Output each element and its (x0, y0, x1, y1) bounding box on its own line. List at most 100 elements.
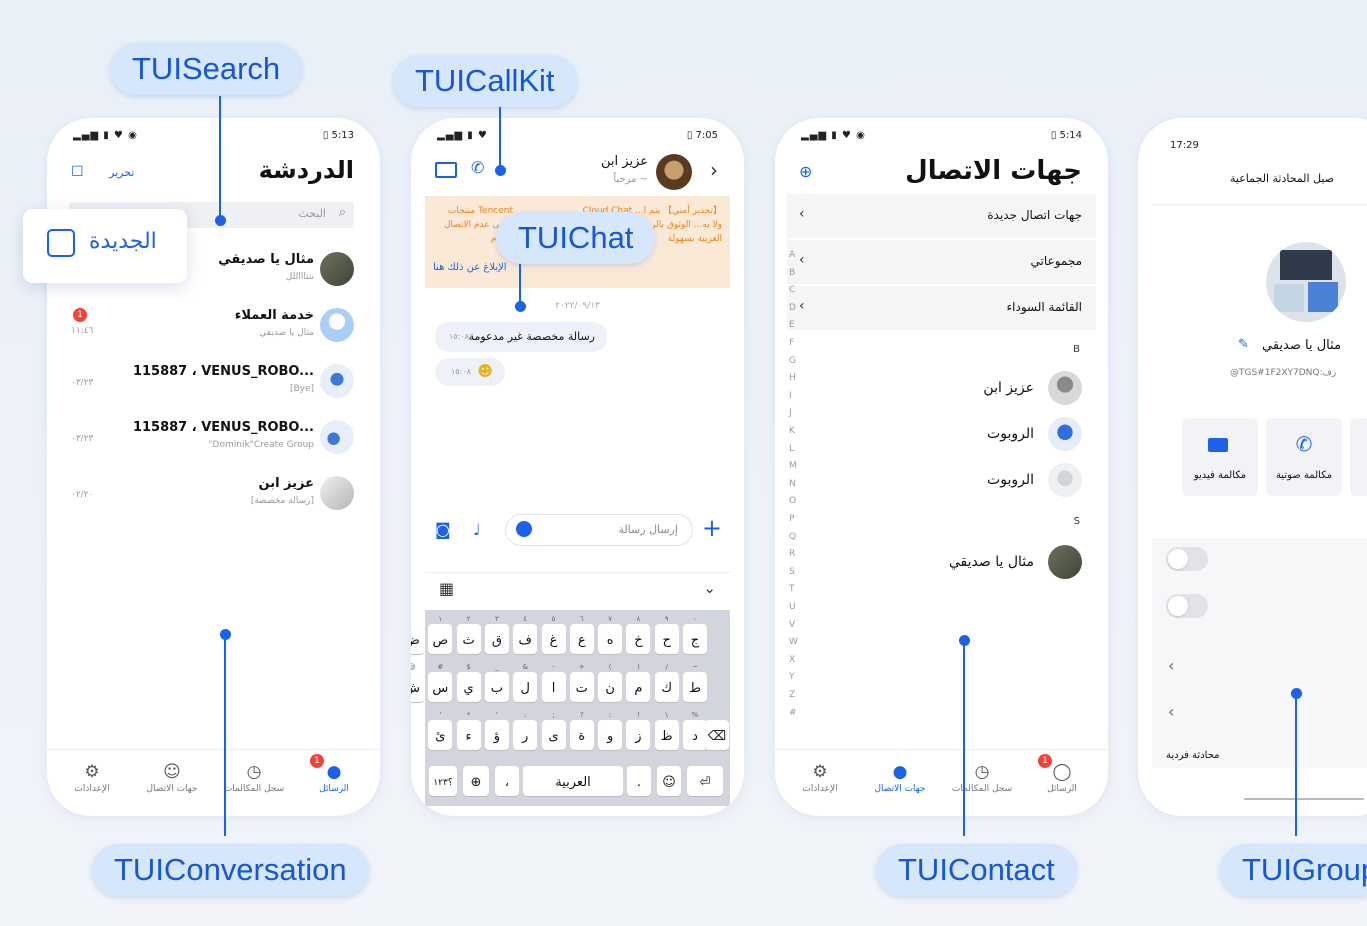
keyboard-key[interactable]: :ر (513, 711, 538, 750)
keyboard-key[interactable]: ض (411, 624, 424, 654)
search-input[interactable]: البحث (298, 207, 326, 220)
keyboard-key[interactable]: % د (683, 711, 707, 750)
video-call-icon[interactable] (435, 162, 457, 178)
conversation-item[interactable]: عزيز ابن [رسالة مخصصة] ٠٢/٢٠ (47, 468, 380, 524)
keyboard-key[interactable]: ' ؤ (484, 711, 509, 750)
alphabet-letter[interactable]: R (789, 549, 795, 559)
emoji-key[interactable]: ☺ (657, 766, 681, 796)
toggle-switch[interactable] (1166, 547, 1208, 571)
tab-call-log[interactable]: ◷ سجل المكالمات (947, 762, 1017, 794)
period-key[interactable]: . (627, 766, 651, 796)
alphabet-letter[interactable]: H (789, 373, 796, 383)
alphabet-letter[interactable]: Q (789, 532, 796, 542)
new-contacts-row[interactable]: جهات اتصال جديدة ‹ (787, 194, 1096, 239)
alphabet-letter[interactable]: V (789, 620, 795, 630)
keyboard-key[interactable]: ١ص (428, 615, 453, 654)
keyboard-key[interactable]: / ك (654, 663, 679, 702)
keyboard-key[interactable]: ٦ع (569, 615, 594, 654)
keyboard-key[interactable]: (ن (598, 663, 623, 702)
alphabet-letter[interactable]: Y (789, 672, 795, 682)
alphabet-letter[interactable]: O (789, 496, 796, 506)
message-input[interactable]: إرسال رسالة (505, 514, 693, 546)
alphabet-letter[interactable]: M (789, 461, 797, 471)
alphabet-letter[interactable]: S (789, 567, 795, 577)
keyboard-key[interactable]: ٠ج (683, 615, 707, 654)
keyboard-key[interactable]: ! ز (626, 711, 651, 750)
keyboard-key[interactable]: ٥غ (541, 615, 566, 654)
tab-call-log[interactable]: ◷ سجل المكالمات (219, 762, 289, 794)
keyboard-key[interactable]: ) م (626, 663, 651, 702)
alphabet-letter[interactable]: # (789, 708, 797, 718)
emoji-button[interactable] (516, 521, 532, 537)
conversation-item[interactable]: 115887 ، VENUS_ROBO... [Bye] ٠٣/٢٣ (47, 356, 380, 412)
alphabet-letter[interactable]: F (789, 338, 794, 348)
alphabet-letter[interactable]: A (789, 250, 795, 260)
blocklist-row[interactable]: القائمة السوداء ‹ (787, 286, 1096, 331)
keyboard-key[interactable]: # س (428, 663, 453, 702)
alphabet-letter[interactable]: X (789, 655, 795, 665)
enter-key[interactable]: ⏎ (687, 766, 723, 796)
tab-contacts[interactable]: ☺ جهات الاتصال (137, 762, 207, 794)
keyboard-key[interactable]: ٧ه (598, 615, 623, 654)
alphabet-letter[interactable]: D (789, 303, 796, 313)
voice-call-button[interactable]: ✆ مكالمة صوتية (1266, 418, 1342, 496)
keyboard-key[interactable]: & ل (513, 663, 538, 702)
keyboard-hide-icon[interactable]: ⌄ (703, 579, 716, 597)
keyboard-key[interactable]: ; ى (541, 711, 566, 750)
contact-item[interactable]: الروبوت (775, 458, 1108, 502)
space-key[interactable]: العربية (523, 766, 623, 796)
keyboard-key[interactable]: ٤ف (513, 615, 538, 654)
alphabet-letter[interactable]: C (789, 285, 795, 295)
back-icon[interactable]: › (710, 158, 718, 182)
video-call-button[interactable]: مكالمة فيديو (1182, 418, 1258, 496)
contact-item[interactable]: عزيز ابن (775, 366, 1108, 410)
phone-icon[interactable]: ✆ (471, 158, 484, 177)
keyboard-key[interactable]: ? ة (569, 711, 594, 750)
alphabet-letter[interactable]: I (789, 391, 792, 401)
alphabet-letter[interactable]: B (789, 268, 795, 278)
alphabet-letter[interactable]: L (789, 444, 794, 454)
keyboard-key[interactable]: ٨خ (626, 615, 651, 654)
alphabet-letter[interactable]: E (789, 320, 795, 330)
globe-icon[interactable]: ⊕ (463, 766, 489, 796)
num-key[interactable]: ؟١٢٣ (429, 766, 457, 796)
third-action-button[interactable] (1350, 418, 1367, 496)
tab-messages[interactable]: ◯ الرسائل (1027, 762, 1097, 794)
keyboard-key[interactable]: @ش (411, 663, 424, 702)
keyboard-key[interactable]: \ ظ (654, 711, 679, 750)
chevron-left-icon[interactable]: ‹ (1168, 702, 1174, 721)
comma-key[interactable]: ، (495, 766, 519, 796)
backspace-key[interactable]: ⌫ (705, 720, 729, 750)
keyboard-key[interactable]: ~ ط (683, 663, 707, 702)
my-groups-row[interactable]: مجموعاتي ‹ (787, 240, 1096, 285)
conversation-item[interactable]: 115887 ، VENUS_ROBO... "Dominik"Create G… (47, 412, 380, 468)
alphabet-letter[interactable]: W (789, 637, 798, 647)
keyboard-key[interactable]: :و (598, 711, 623, 750)
add-contact-icon[interactable]: ⊕ (799, 162, 812, 181)
keyboard-key[interactable]: ' ئ (428, 711, 453, 750)
tab-messages[interactable]: ● الرسائل (299, 762, 369, 794)
conversation-item[interactable]: خدمة العملاء مثال يا صديقي 1 ١١:٤٦ (47, 300, 380, 356)
toggle-switch[interactable] (1166, 594, 1208, 618)
edit-icon[interactable]: ✎ (1238, 337, 1249, 352)
alphabet-letter[interactable]: Z (789, 690, 795, 700)
contact-item[interactable]: الروبوت (775, 412, 1108, 456)
report-link[interactable]: الإبلاغ عن ذلك هنا (433, 262, 507, 273)
contact-item[interactable]: مثال يا صديقي (775, 540, 1108, 584)
keyboard-key[interactable]: + ت (569, 663, 594, 702)
mic-icon[interactable]: ♩ (473, 520, 481, 539)
alphabet-letter[interactable]: N (789, 479, 796, 489)
keyboard-key[interactable]: -ا (541, 663, 566, 702)
edit-button[interactable]: تحرير (109, 166, 134, 179)
alphabet-letter[interactable]: G (789, 356, 796, 366)
compose-icon[interactable]: ☐ (71, 164, 84, 180)
alphabet-letter[interactable]: U (789, 602, 796, 612)
alphabet-letter[interactable]: J (789, 408, 792, 418)
keyboard-key[interactable]: $ ي (456, 663, 481, 702)
tab-contacts[interactable]: ● جهات الاتصال (865, 762, 935, 794)
keyboard-key[interactable]: * ء (456, 711, 481, 750)
chevron-left-icon[interactable]: ‹ (1168, 656, 1174, 675)
camera-icon[interactable]: ◙ (435, 520, 451, 539)
keyboard-key[interactable]: ٣ق (484, 615, 509, 654)
keyboard-key[interactable]: ٢ث (456, 615, 481, 654)
